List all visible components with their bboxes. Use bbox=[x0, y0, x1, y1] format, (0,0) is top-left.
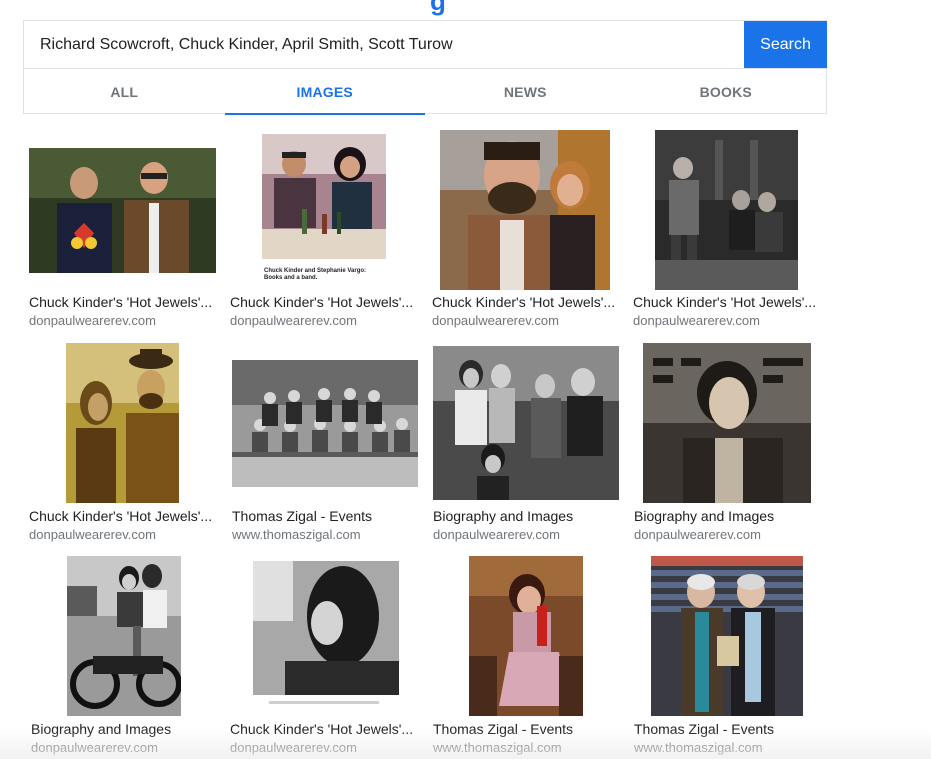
group-outdoors-photo[interactable] bbox=[433, 346, 619, 500]
result-title[interactable]: Chuck Kinder's 'Hot Jewels'... bbox=[230, 721, 430, 737]
result-title[interactable]: Chuck Kinder's 'Hot Jewels'... bbox=[432, 294, 632, 310]
group-bench-photo[interactable] bbox=[232, 360, 418, 487]
woman-on-phone-photo[interactable] bbox=[469, 556, 583, 716]
couple-sepia-photo[interactable] bbox=[66, 343, 179, 503]
result-source: donpaulwearerev.com bbox=[633, 313, 760, 328]
result-source: donpaulwearerev.com bbox=[230, 313, 357, 328]
result-title[interactable]: Biography and Images bbox=[31, 721, 231, 737]
result-source: donpaulwearerev.com bbox=[29, 313, 156, 328]
result-title[interactable]: Thomas Zigal - Events bbox=[433, 721, 633, 737]
result-title[interactable]: Chuck Kinder's 'Hot Jewels'... bbox=[633, 294, 833, 310]
result-source: donpaulwearerev.com bbox=[230, 740, 357, 755]
result-title[interactable]: Chuck Kinder's 'Hot Jewels'... bbox=[230, 294, 430, 310]
bearded-man-woman-photo[interactable] bbox=[440, 130, 610, 290]
result-source: donpaulwearerev.com bbox=[634, 527, 761, 542]
group-on-porch-photo[interactable] bbox=[655, 130, 798, 290]
result-source: donpaulwearerev.com bbox=[432, 313, 559, 328]
result-title[interactable]: Chuck Kinder's 'Hot Jewels'... bbox=[29, 294, 229, 310]
image-caption: Chuck Kinder and Stephanie Vargo: Books … bbox=[264, 268, 367, 281]
result-source: donpaulwearerev.com bbox=[29, 527, 156, 542]
couple-motorcycle-photo[interactable] bbox=[67, 556, 181, 716]
young-man-portrait-photo[interactable] bbox=[643, 343, 811, 503]
result-source: donpaulwearerev.com bbox=[31, 740, 158, 755]
result-source: www.thomaszigal.com bbox=[433, 740, 562, 755]
result-title[interactable]: Thomas Zigal - Events bbox=[232, 508, 432, 524]
two-men-portrait-photo[interactable] bbox=[29, 148, 216, 273]
result-source: www.thomaszigal.com bbox=[634, 740, 763, 755]
couple-at-table-photo[interactable]: Chuck Kinder and Stephanie Vargo: Books … bbox=[262, 134, 386, 289]
two-men-bookstore-photo[interactable] bbox=[651, 556, 803, 716]
result-title[interactable]: Biography and Images bbox=[433, 508, 633, 524]
long-hair-man-photo[interactable] bbox=[245, 561, 407, 713]
result-title[interactable]: Thomas Zigal - Events bbox=[634, 721, 834, 737]
result-title[interactable]: Chuck Kinder's 'Hot Jewels'... bbox=[29, 508, 229, 524]
result-title[interactable]: Biography and Images bbox=[634, 508, 834, 524]
image-results-grid: Chuck Kinder's 'Hot Jewels'... donpaulwe… bbox=[0, 0, 931, 759]
result-source: www.thomaszigal.com bbox=[232, 527, 361, 542]
result-source: donpaulwearerev.com bbox=[433, 527, 560, 542]
